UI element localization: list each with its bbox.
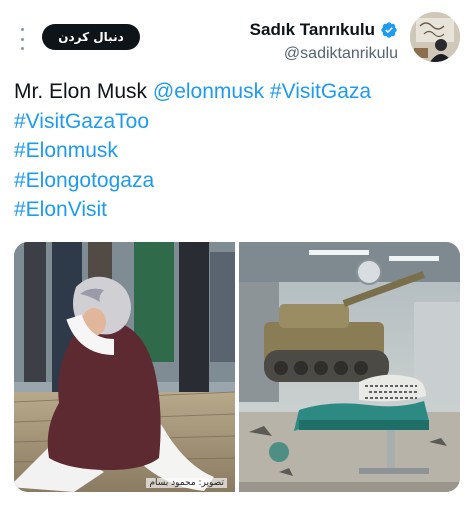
author-info[interactable]: Sadık Tanrıkulu @sadiktanrikulu: [250, 20, 398, 63]
more-options-icon[interactable]: [14, 28, 30, 50]
follow-button[interactable]: دنبال کردن: [42, 24, 140, 50]
tank-hospital-image: [239, 242, 460, 492]
mourning-woman-image: [14, 242, 235, 492]
hashtag-link[interactable]: #VisitGaza: [270, 80, 371, 103]
tweet-text: Mr. Elon Musk @elonmusk #VisitGaza #Visi…: [14, 77, 464, 225]
avatar-image: [410, 12, 460, 62]
tweet-header: دنبال کردن Sadık Tanrıkulu @sadiktanriku…: [0, 0, 474, 70]
hashtag-link[interactable]: #ElonVisit: [14, 198, 107, 221]
tweet-text-prefix: Mr. Elon Musk: [14, 80, 153, 103]
photo-caption: تصویر: محمود بسام: [146, 478, 227, 488]
hashtag-link[interactable]: #Elongotogaza: [14, 169, 154, 192]
hashtag-link[interactable]: #Elonmusk: [14, 139, 118, 162]
author-display-name[interactable]: Sadık Tanrıkulu: [250, 20, 398, 40]
display-name-text[interactable]: Sadık Tanrıkulu: [250, 20, 375, 40]
media-photo-left[interactable]: تصویر: محمود بسام: [14, 242, 235, 492]
verified-badge-icon: [381, 22, 397, 38]
media-photo-right[interactable]: [239, 242, 460, 492]
mention-link[interactable]: @elonmusk: [153, 80, 264, 103]
tweet-media: تصویر: محمود بسام: [14, 242, 460, 492]
author-handle[interactable]: @sadiktanrikulu: [250, 45, 398, 63]
tweet-text-line-1: Mr. Elon Musk @elonmusk #VisitGaza: [14, 77, 464, 107]
hashtag-link[interactable]: #VisitGazaToo: [14, 110, 149, 133]
author-avatar[interactable]: [410, 12, 460, 62]
